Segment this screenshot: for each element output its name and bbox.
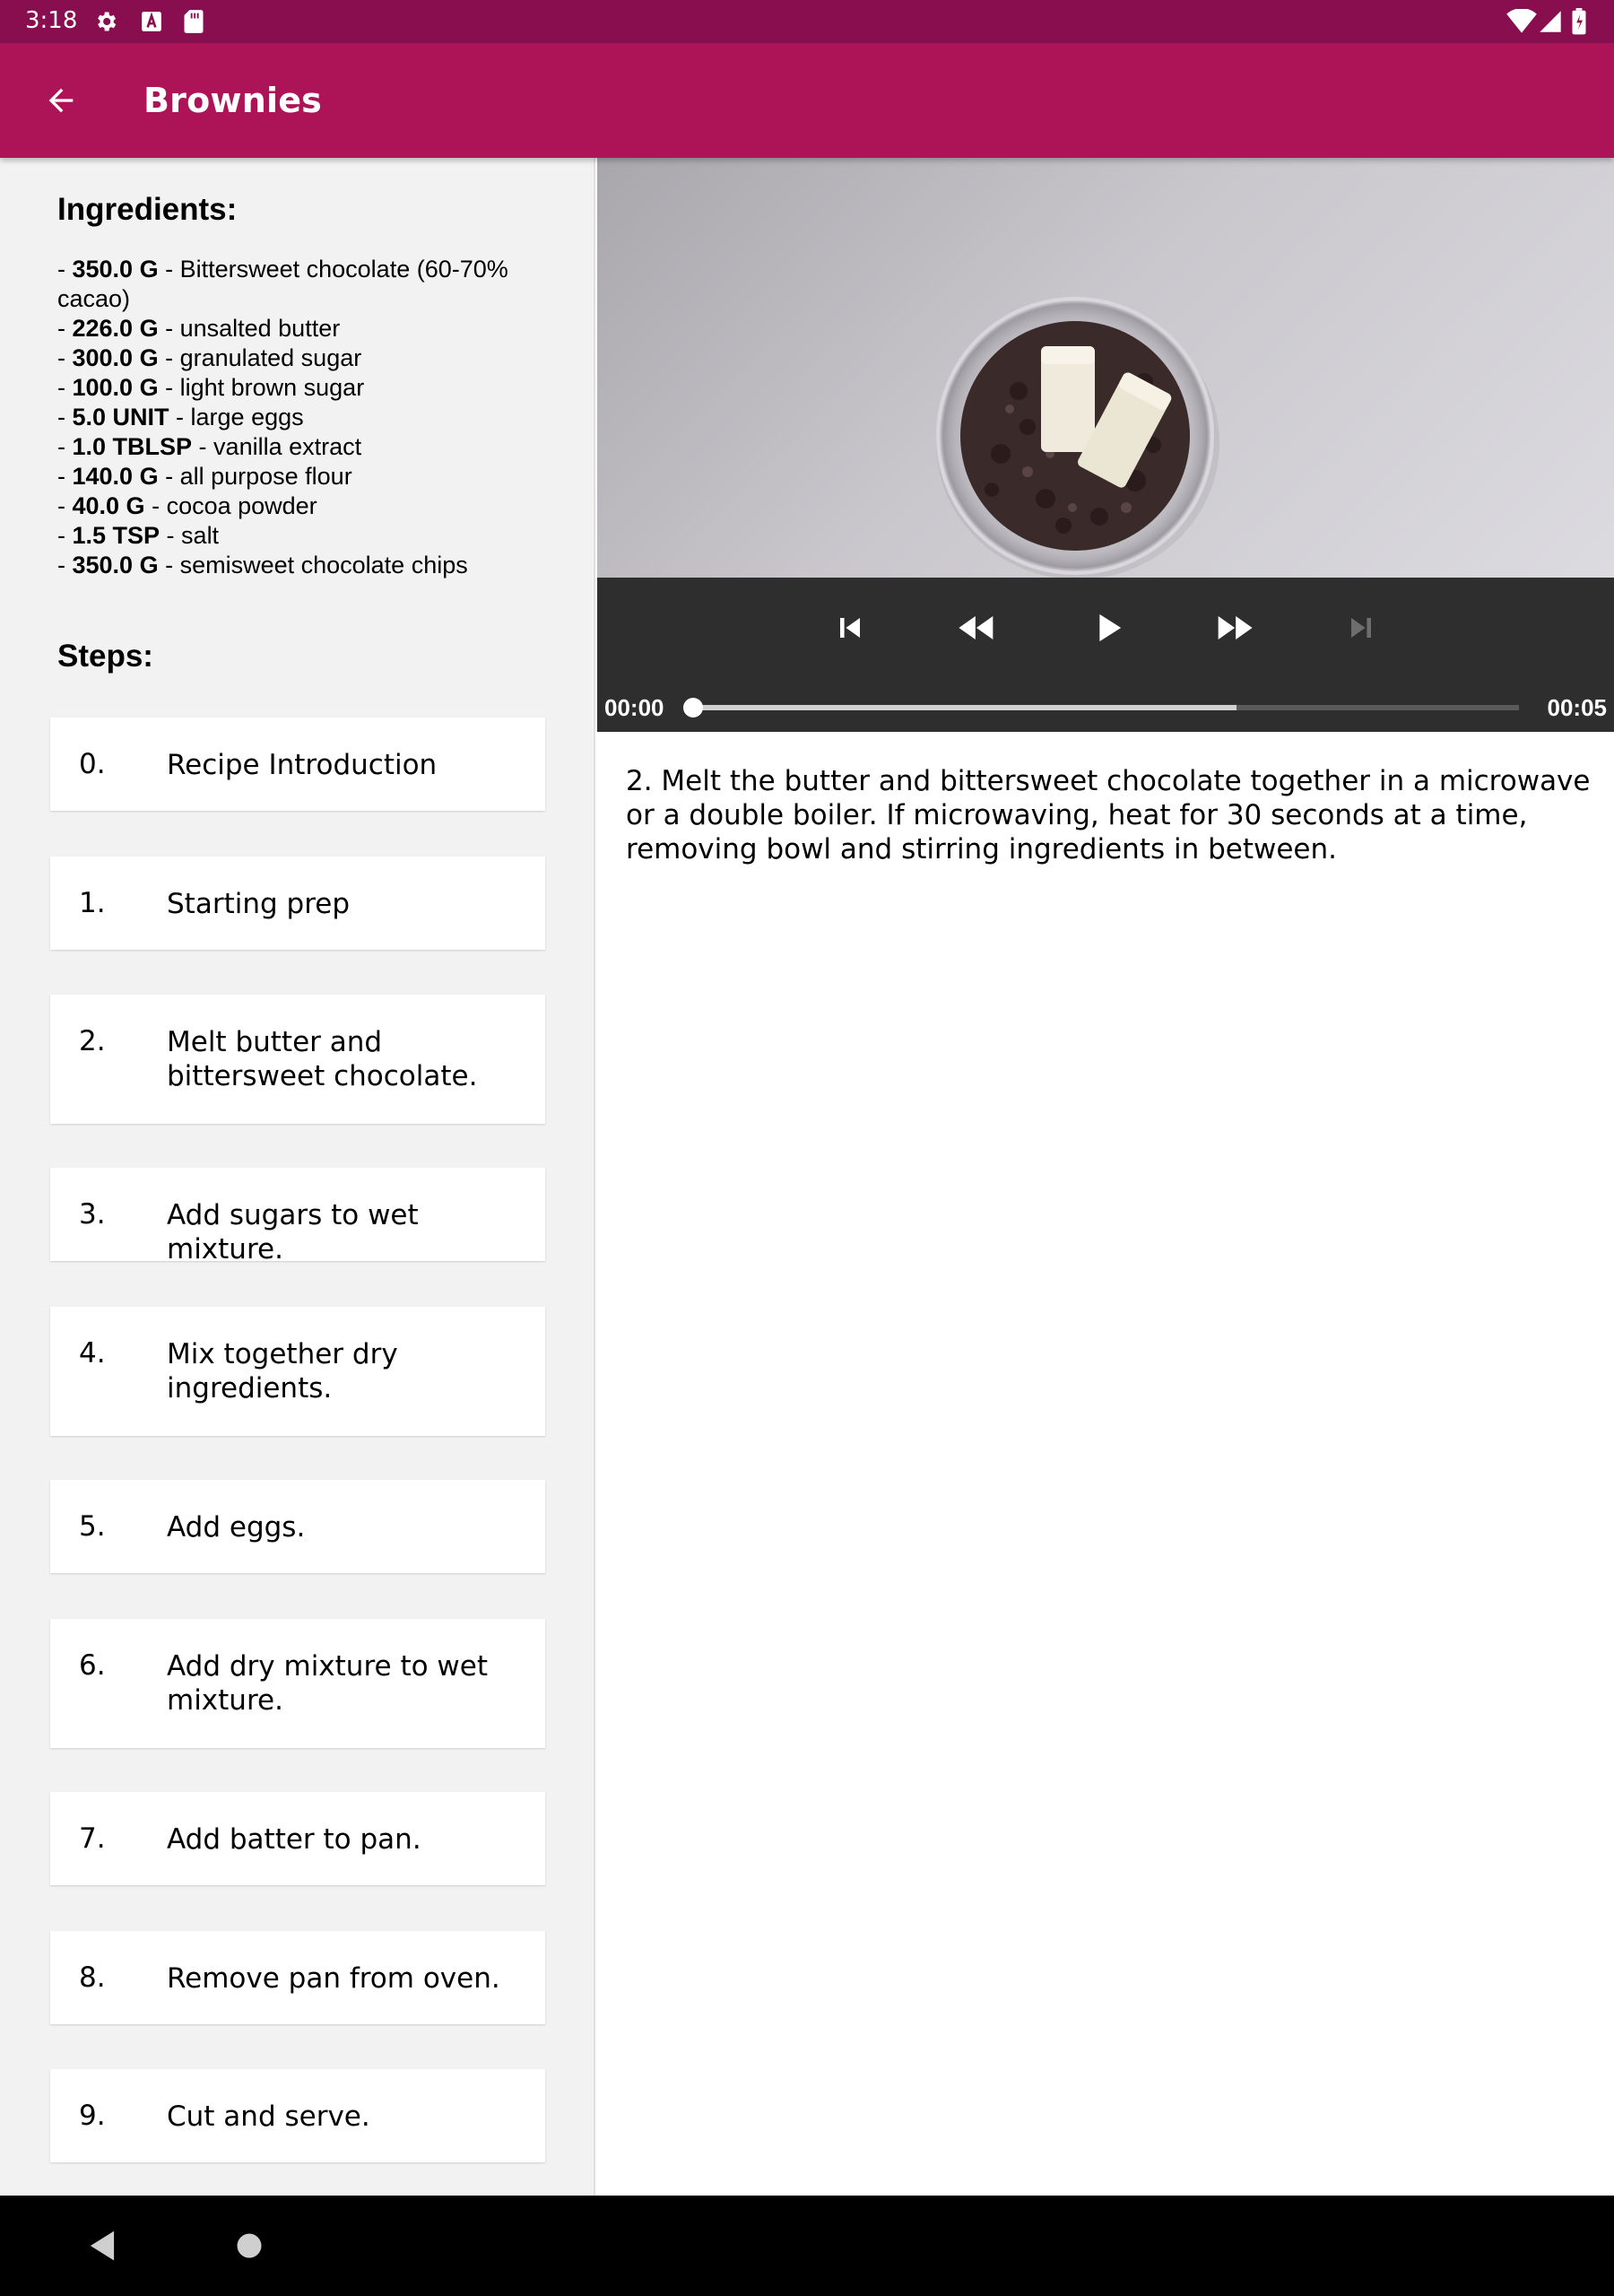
step-title: Melt butter and bittersweet chocolate.	[167, 1026, 478, 1092]
step-title: Add dry mixture to wet mixture.	[167, 1650, 488, 1717]
ingredient-name: vanilla extract	[213, 433, 362, 460]
fast-forward-icon	[1218, 616, 1253, 639]
ingredient-item: - 300.0 G - granulated sugar	[57, 344, 362, 371]
ingredient-item: - 5.0 UNIT - large eggs	[57, 404, 304, 430]
cell-signal-icon	[1539, 9, 1562, 34]
recipe-master-pane: Ingredients: - 350.0 G - Bittersweet cho…	[0, 158, 595, 2196]
step-item-0[interactable]: 0. Recipe Introduction	[50, 718, 545, 811]
ingredient-item: - 350.0 G - semisweet chocolate chips	[57, 552, 468, 578]
ingredient-name: granulated sugar	[179, 344, 362, 371]
skip-next-icon	[1351, 618, 1371, 638]
step-number: 1.	[79, 887, 106, 919]
step-title: Recipe Introduction	[167, 749, 438, 781]
step-title: Remove pan from oven.	[167, 1962, 500, 1995]
play-icon	[1099, 613, 1122, 642]
current-time: 00:00	[604, 694, 664, 721]
ingredient-item: - 1.5 TSP - salt	[57, 522, 220, 549]
font-app-icon	[140, 9, 163, 34]
ingredient-item: - 100.0 G - light brown sugar	[57, 374, 365, 401]
nav-home-icon	[237, 2233, 262, 2258]
step-description: 2. Melt the butter and bittersweet choco…	[626, 765, 1591, 865]
ingredient-quantity: 350.0 G	[72, 552, 159, 578]
total-duration: 00:05	[1547, 694, 1608, 721]
app-bar: Brownies	[0, 43, 1614, 158]
status-bar: 3:18	[0, 0, 1614, 43]
step-number: 2.	[79, 1025, 106, 1057]
ingredient-quantity: 300.0 G	[72, 344, 159, 371]
ingredient-quantity: 350.0 G	[72, 256, 159, 283]
ingredient-name: unsalted butter	[179, 315, 341, 342]
ingredient-item: - 1.0 TBLSP - vanilla extract	[57, 433, 362, 460]
ingredient-quantity: 1.0 TBLSP	[72, 433, 193, 460]
step-title: Add eggs.	[167, 1511, 306, 1544]
ingredient-quantity: 1.5 TSP	[72, 522, 161, 549]
skip-next-button[interactable]	[1329, 601, 1393, 655]
step-number: 9.	[79, 2100, 106, 2132]
ingredient-name: semisweet chocolate chips	[179, 552, 468, 578]
ingredients-heading: Ingredients:	[57, 192, 238, 227]
ingredient-name: all purpose flour	[179, 463, 352, 490]
step-number: 7.	[79, 1822, 106, 1855]
ingredient-name: large eggs	[190, 404, 304, 430]
skip-previous-button[interactable]	[818, 601, 882, 655]
step-number: 3.	[79, 1198, 106, 1231]
ingredient-item: - 350.0 G - Bittersweet chocolate (60-70…	[57, 256, 508, 312]
system-nav-bar	[0, 2196, 1614, 2296]
ingredient-quantity: 40.0 G	[72, 492, 145, 519]
ingredients-list: - 350.0 G - Bittersweet chocolate (60-70…	[57, 255, 560, 580]
ingredient-item: - 40.0 G - cocoa powder	[57, 492, 317, 519]
step-title: Cut and serve.	[167, 2100, 370, 2133]
seek-bar[interactable]	[689, 705, 1519, 710]
ingredient-quantity: 140.0 G	[72, 463, 159, 490]
video-player-surface[interactable]	[597, 158, 1614, 578]
settings-icon	[93, 9, 118, 34]
player-controls: 00:00 00:05	[597, 578, 1614, 732]
step-item-8[interactable]: 8. Remove pan from oven.	[50, 1931, 545, 2024]
step-item-3[interactable]: 3. Add sugars to wet mixture.	[50, 1168, 545, 1265]
nav-back-button[interactable]	[81, 2221, 124, 2271]
step-title: Starting prep	[167, 888, 351, 920]
nav-home-button[interactable]	[224, 2221, 274, 2271]
page-title: Brownies	[143, 81, 322, 120]
seek-thumb[interactable]	[683, 698, 703, 718]
step-item-5[interactable]: 5. Add eggs.	[50, 1480, 545, 1573]
sd-card-icon	[183, 9, 204, 34]
fast-forward-button[interactable]	[1202, 601, 1266, 655]
step-number: 8.	[79, 1961, 106, 1994]
seek-buffered	[689, 705, 1237, 710]
step-number: 4.	[79, 1337, 106, 1370]
step-title: Add sugars to wet mixture.	[167, 1199, 419, 1265]
step-item-4[interactable]: 4. Mix together dry ingredients.	[50, 1307, 545, 1436]
ingredient-name: light brown sugar	[179, 374, 365, 401]
step-title: Add batter to pan.	[167, 1823, 421, 1856]
step-item-9[interactable]: 9. Cut and serve.	[50, 2069, 545, 2162]
step-number: 0.	[79, 748, 106, 780]
rewind-button[interactable]	[945, 601, 1010, 655]
back-button[interactable]	[36, 75, 86, 126]
ingredient-quantity: 100.0 G	[72, 374, 159, 401]
battery-icon	[1571, 8, 1587, 35]
ingredient-name: salt	[181, 522, 220, 549]
step-number: 6.	[79, 1649, 106, 1682]
step-item-7[interactable]: 7. Add batter to pan.	[50, 1792, 545, 1885]
ingredient-name: cocoa powder	[166, 492, 317, 519]
skip-previous-icon	[840, 618, 860, 638]
step-number: 5.	[79, 1510, 106, 1543]
arrow-back-icon	[48, 88, 74, 113]
step-item-1[interactable]: 1. Starting prep	[50, 857, 545, 950]
ingredient-quantity: 226.0 G	[72, 315, 159, 342]
steps-heading: Steps:	[57, 639, 153, 674]
nav-back-icon	[90, 2231, 115, 2261]
ingredient-item: - 140.0 G - all purpose flour	[57, 463, 352, 490]
video-thumbnail-image	[936, 297, 1219, 578]
ingredient-item: - 226.0 G - unsalted butter	[57, 315, 341, 342]
step-item-6[interactable]: 6. Add dry mixture to wet mixture.	[50, 1619, 545, 1748]
rewind-icon	[959, 616, 994, 639]
play-button[interactable]	[1075, 601, 1140, 655]
wifi-icon	[1506, 9, 1537, 34]
step-item-2[interactable]: 2. Melt butter and bittersweet chocolate…	[50, 995, 545, 1124]
ingredient-quantity: 5.0 UNIT	[72, 404, 169, 430]
step-title: Mix together dry ingredients.	[167, 1338, 398, 1405]
status-time: 3:18	[25, 7, 78, 34]
